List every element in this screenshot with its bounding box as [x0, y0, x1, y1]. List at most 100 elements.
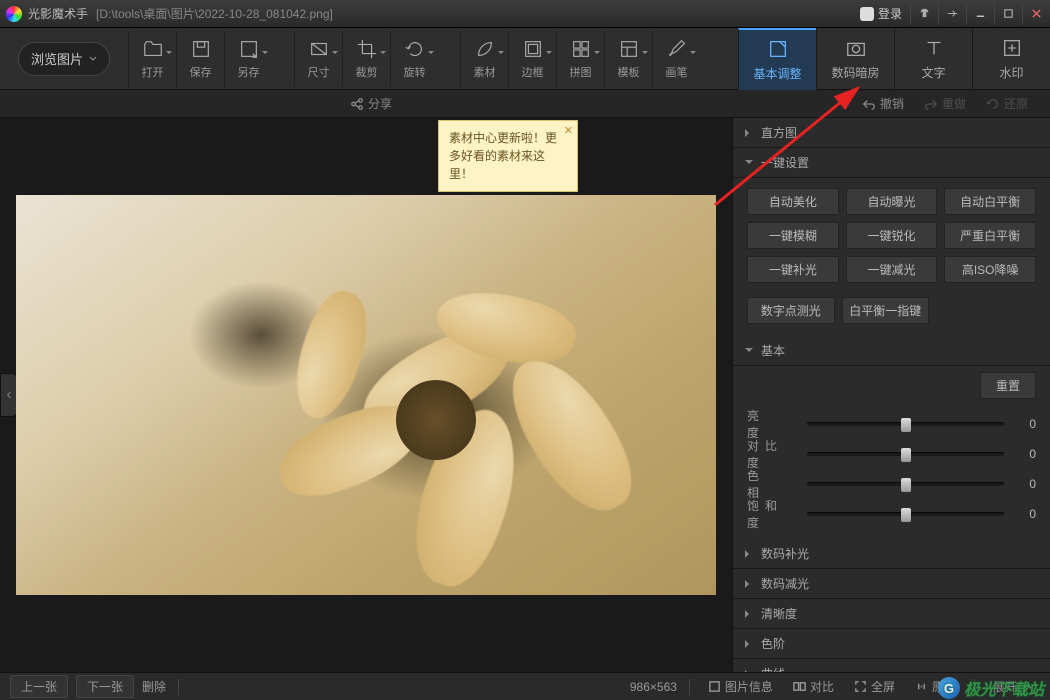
mode-watermark[interactable]: 水印	[972, 28, 1050, 90]
slider-thumb[interactable]	[901, 478, 911, 492]
redo-button[interactable]: 重做	[914, 95, 976, 112]
panel-basic[interactable]: 基本	[733, 336, 1050, 366]
prev-button[interactable]: 上一张	[10, 675, 68, 698]
slider-row-2: 色 相0	[747, 469, 1036, 499]
oneclick-btn-3[interactable]: 一键模糊	[747, 222, 839, 249]
tool-crop[interactable]: 裁剪	[342, 31, 390, 87]
panel-curve-label: 曲线	[761, 665, 785, 672]
oneclick-btn-1[interactable]: 自动曝光	[846, 188, 938, 215]
oneclick-btn-5[interactable]: 严重白平衡	[944, 222, 1036, 249]
compare-label: 对比	[810, 678, 834, 695]
panel-digitalfill[interactable]: 数码补光	[733, 539, 1050, 569]
tool-rotate[interactable]: 旋转	[390, 31, 438, 87]
tool-brush[interactable]: 画笔	[652, 31, 700, 87]
info-icon	[708, 680, 721, 693]
file-path: [D:\tools\桌面\图片\2022-10-28_081042.png]	[96, 5, 333, 22]
secondary-toolbar: 分享 撤销 重做 还原	[0, 90, 1050, 118]
tool-frame[interactable]: 边框	[508, 31, 556, 87]
restore-button[interactable]: 还原	[976, 95, 1038, 112]
tool-material[interactable]: 素材	[460, 31, 508, 87]
extra-btn-1[interactable]: 白平衡一指键	[842, 297, 930, 324]
oneclick-btn-7[interactable]: 一键减光	[846, 256, 938, 283]
oneclick-btn-0[interactable]: 自动美化	[747, 188, 839, 215]
site-watermark: G 极光下载站	[938, 676, 1044, 700]
tool-open[interactable]: 打开	[128, 31, 176, 87]
camera-icon	[844, 37, 868, 59]
image-preview	[16, 195, 716, 595]
oneclick-btn-2[interactable]: 自动白平衡	[944, 188, 1036, 215]
tool-puzzle-label: 拼图	[570, 64, 592, 80]
tooltip-close-icon[interactable]: ✕	[564, 123, 573, 140]
panel-histogram[interactable]: 直方图	[733, 118, 1050, 148]
slider-track[interactable]	[807, 452, 1004, 456]
canvas-area[interactable]: ‹	[0, 118, 732, 672]
tool-saveas-label: 另存	[238, 64, 260, 80]
prev-label: 上一张	[21, 680, 57, 694]
mode-text[interactable]: 文字	[894, 28, 972, 90]
panel-sharpness-label: 清晰度	[761, 605, 797, 622]
panel-sharpness[interactable]: 清晰度	[733, 599, 1050, 629]
slider-thumb[interactable]	[901, 448, 911, 462]
user-icon	[860, 7, 874, 21]
tool-puzzle[interactable]: 拼图	[556, 31, 604, 87]
login-label: 登录	[878, 5, 902, 22]
tool-crop-label: 裁剪	[356, 64, 378, 80]
mode-basic-adjust[interactable]: 基本调整	[738, 28, 816, 90]
panel-levels-label: 色阶	[761, 635, 785, 652]
tool-open-label: 打开	[142, 64, 164, 80]
panel-oneclick[interactable]: 一键设置	[733, 148, 1050, 178]
reset-button[interactable]: 重置	[980, 372, 1036, 399]
slider-value: 0	[1012, 477, 1036, 491]
panel-basic-label: 基本	[761, 342, 785, 359]
undo-button[interactable]: 撤销	[852, 95, 914, 112]
settings-button[interactable]	[938, 3, 966, 25]
minimize-button[interactable]	[966, 3, 994, 25]
image-info-button[interactable]: 图片信息	[702, 678, 779, 695]
panel-curve[interactable]: 曲线	[733, 659, 1050, 672]
delete-button[interactable]: 删除	[142, 678, 166, 695]
slider-thumb[interactable]	[901, 418, 911, 432]
panel-digitaldim[interactable]: 数码减光	[733, 569, 1050, 599]
close-button[interactable]	[1022, 3, 1050, 25]
skin-button[interactable]	[910, 3, 938, 25]
oneclick-btn-4[interactable]: 一键锐化	[846, 222, 938, 249]
maximize-button[interactable]	[994, 3, 1022, 25]
onetoone-icon	[915, 680, 928, 693]
share-button[interactable]: 分享	[340, 95, 402, 112]
image-dimensions: 986×563	[630, 680, 677, 694]
tool-template[interactable]: 模板	[604, 31, 652, 87]
mode-text-label: 文字	[921, 64, 945, 81]
tool-size[interactable]: 尺寸	[294, 31, 342, 87]
login-button[interactable]: 登录	[852, 3, 910, 24]
slider-track[interactable]	[807, 422, 1004, 426]
slider-track[interactable]	[807, 512, 1004, 516]
mode-darkroom[interactable]: 数码暗房	[816, 28, 894, 90]
restore-icon	[986, 97, 1000, 111]
restore-label: 还原	[1004, 95, 1028, 112]
slider-track[interactable]	[807, 482, 1004, 486]
tool-saveas[interactable]: 另存	[224, 31, 272, 87]
tool-brush-label: 画笔	[666, 64, 688, 80]
main-toolbar: 浏览图片 打开 保存 另存 尺寸 裁剪 旋转 素材 边框 拼图 模板 画笔 基本…	[0, 28, 1050, 90]
panel-digitaldim-label: 数码减光	[761, 575, 809, 592]
next-button[interactable]: 下一张	[76, 675, 134, 698]
oneclick-btn-6[interactable]: 一键补光	[747, 256, 839, 283]
tool-save[interactable]: 保存	[176, 31, 224, 87]
compare-button[interactable]: 对比	[787, 678, 840, 695]
chevron-down-icon	[89, 55, 97, 63]
browse-label: 浏览图片	[31, 49, 83, 68]
frame-icon	[522, 38, 544, 60]
info-label: 图片信息	[725, 678, 773, 695]
extra-btn-0[interactable]: 数字点测光	[747, 297, 835, 324]
oneclick-btn-8[interactable]: 高ISO降噪	[944, 256, 1036, 283]
compare-icon	[793, 680, 806, 693]
fullscreen-button[interactable]: 全屏	[848, 678, 901, 695]
panel-levels[interactable]: 色阶	[733, 629, 1050, 659]
resize-icon	[308, 38, 330, 60]
tool-material-label: 素材	[474, 64, 496, 80]
collage-icon	[570, 38, 592, 60]
slider-label: 亮 度	[747, 407, 799, 441]
slider-value: 0	[1012, 507, 1036, 521]
slider-thumb[interactable]	[901, 508, 911, 522]
browse-images-button[interactable]: 浏览图片	[18, 42, 110, 76]
